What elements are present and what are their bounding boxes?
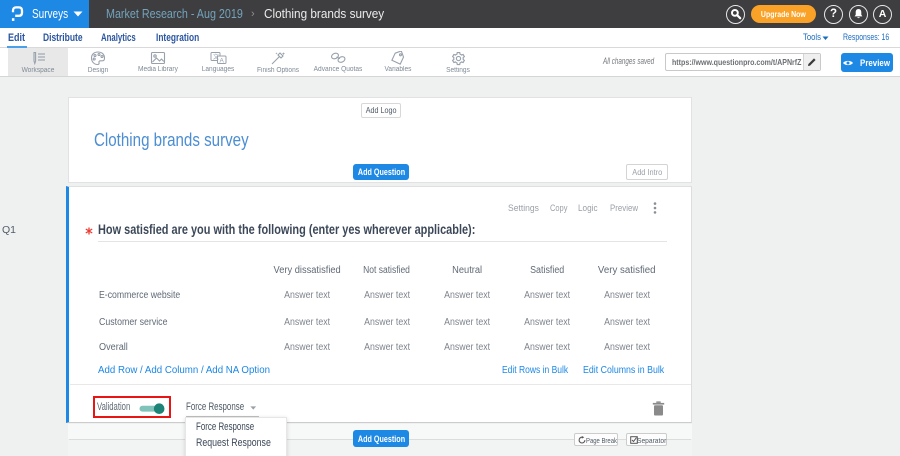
- svg-text:A: A: [219, 58, 224, 65]
- svg-text:文: 文: [213, 53, 219, 61]
